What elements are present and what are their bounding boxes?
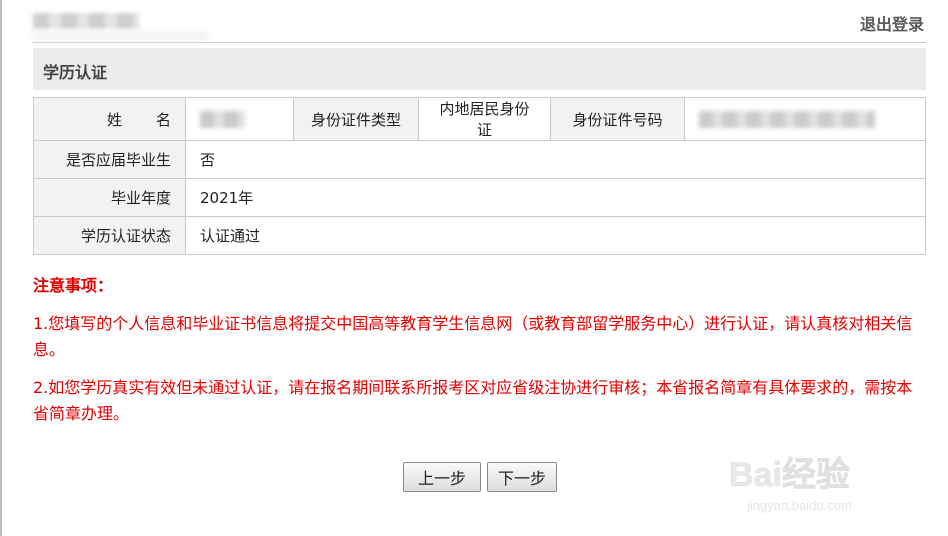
window-left-border	[0, 0, 2, 536]
name-value	[185, 97, 294, 141]
prev-step-button[interactable]: 上一步	[403, 462, 481, 492]
table-row: 学历认证状态 认证通过	[33, 216, 926, 255]
id-number-label: 身份证件号码	[550, 97, 685, 141]
next-step-button[interactable]: 下一步	[487, 462, 557, 492]
id-number-value	[684, 97, 926, 141]
info-table: 姓名 身份证件类型 内地居民身份证 身份证件号码 是否应届毕业生 否 毕业年度 …	[33, 97, 926, 255]
blurred-name-value	[200, 111, 245, 128]
notes-title: 注意事项：	[33, 276, 114, 295]
blurred-user-name	[33, 13, 139, 29]
table-row: 是否应届毕业生 否	[33, 140, 926, 179]
id-type-label: 身份证件类型	[293, 97, 419, 141]
logout-link[interactable]: 退出登录	[860, 11, 924, 35]
blurred-id-number-value	[699, 111, 875, 128]
graduate-label: 是否应届毕业生	[33, 140, 186, 179]
section-header: 学历认证	[33, 48, 926, 90]
id-type-value: 内地居民身份证	[418, 97, 551, 141]
watermark-url: jingyan.baidu.com	[746, 498, 852, 513]
baidu-jingyan-watermark: Bai经验 jingyan.baidu.com	[729, 455, 852, 513]
watermark-brand: Bai经验	[729, 455, 850, 494]
table-row: 姓名 身份证件类型 内地居民身份证 身份证件号码	[33, 97, 926, 141]
year-value: 2021年	[185, 178, 926, 217]
top-bar: 退出登录	[33, 0, 926, 43]
table-row: 毕业年度 2021年	[33, 178, 926, 217]
graduate-value: 否	[185, 140, 926, 179]
blurred-area	[33, 31, 208, 41]
status-label: 学历认证状态	[33, 216, 186, 255]
note-item-2: 2.如您学历真实有效但未通过认证，请在报名期间联系所报考区对应省级注协进行审核；…	[33, 378, 913, 423]
name-label: 姓名	[33, 97, 186, 141]
section-title: 学历认证	[43, 63, 108, 82]
status-value: 认证通过	[185, 216, 926, 255]
notes-section: 注意事项： 1.您填写的个人信息和毕业证书信息将提交中国高等教育学生信息网（或教…	[33, 273, 928, 439]
note-item-1: 1.您填写的个人信息和毕业证书信息将提交中国高等教育学生信息网（或教育部留学服务…	[33, 314, 913, 359]
year-label: 毕业年度	[33, 178, 186, 217]
